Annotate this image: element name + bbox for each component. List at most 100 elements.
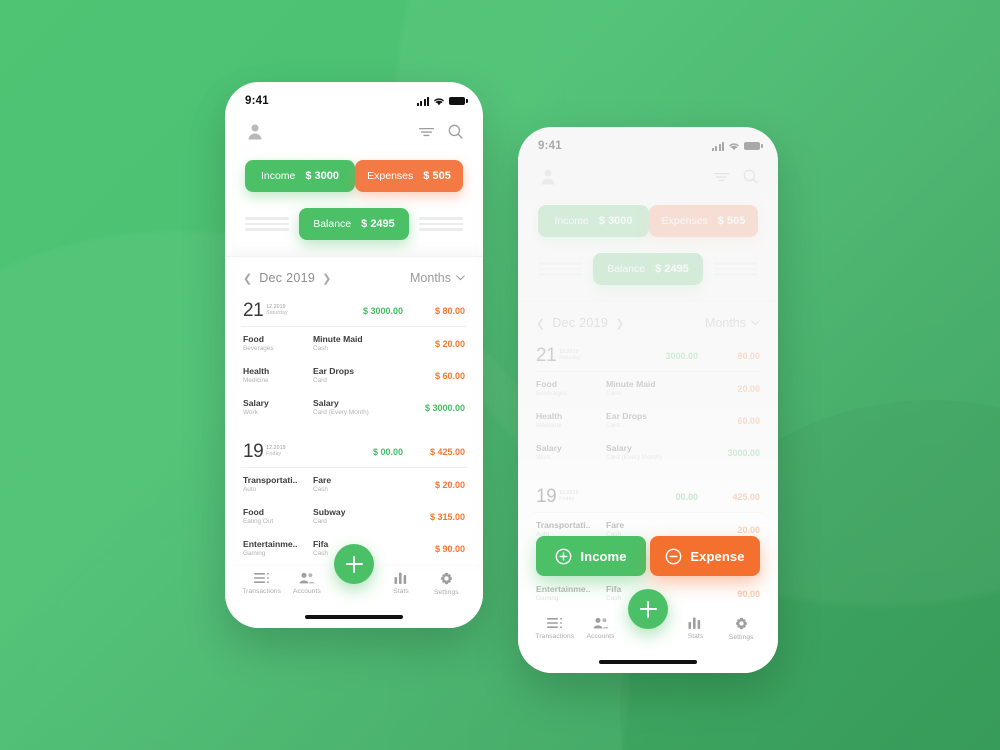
battery-icon — [449, 96, 468, 106]
filter-icon[interactable] — [714, 171, 729, 183]
group-income-total: $ 3000.00 — [362, 305, 403, 316]
chevron-right-icon[interactable]: ❯ — [615, 317, 624, 330]
sidebar-item-stats[interactable]: Stats — [378, 572, 423, 595]
payment-method: Cash — [313, 344, 328, 352]
group-expense-total: $ 425.00 — [429, 446, 465, 457]
person-icon[interactable] — [247, 123, 263, 140]
transaction-group: 21 12.2019 Saturday 3000.00 80.00 Food B… — [534, 340, 762, 468]
row-category: Transportati.. Auto — [243, 475, 313, 494]
expenses-value: $ 505 — [717, 215, 746, 227]
row-amount: $ 90.00 — [434, 543, 465, 554]
range-dropdown[interactable]: Months — [410, 271, 465, 285]
add-expense-button[interactable]: Expense — [650, 536, 760, 576]
row-amount: $ 60.00 — [434, 370, 465, 381]
month-navigator: ❮ Dec 2019 ❯ — [243, 271, 331, 285]
sidebar-item-accounts[interactable]: Accounts — [284, 572, 329, 595]
note-title: Subway — [313, 507, 346, 518]
tab-label: Transactions — [535, 633, 575, 640]
note-title: Salary — [313, 398, 339, 409]
sidebar-item-accounts[interactable]: Accounts — [578, 617, 624, 640]
table-row[interactable]: Food Beverages Minute Maid Cash $ 20.00 — [241, 327, 467, 359]
app-header — [518, 156, 778, 185]
row-amount: $ 315.00 — [429, 511, 465, 522]
person-icon[interactable] — [540, 168, 556, 185]
table-row[interactable]: Salary Work Salary Card (Every Month) 30… — [534, 436, 762, 468]
search-icon[interactable] — [448, 124, 463, 139]
row-category: Food Eating Out — [243, 507, 313, 526]
payment-method: Card (Every Month) — [606, 453, 662, 461]
expenses-summary-pill[interactable]: Expenses $ 505 — [354, 160, 463, 192]
sidebar-item-settings[interactable]: Settings — [424, 572, 469, 596]
table-row[interactable]: Food Beverages Minute Maid Cash 20.00 — [534, 372, 762, 404]
phone-mockup-secondary: 9:41 Income $ 3000 Expenses $ 505 Balanc… — [518, 127, 778, 673]
list-icon — [253, 572, 269, 584]
category-sub: Work — [243, 408, 258, 416]
status-time: 9:41 — [245, 95, 269, 107]
chevron-left-icon[interactable]: ❮ — [536, 317, 545, 330]
chevron-right-icon[interactable]: ❯ — [322, 272, 331, 285]
category-name: Food — [243, 507, 264, 518]
row-amount: 60.00 — [737, 415, 760, 426]
bottom-tab-bar: Transactions Accounts Stats Settings — [518, 589, 778, 673]
table-row[interactable]: Health Medicine Ear Drops Card 60.00 — [534, 404, 762, 436]
expenses-label: Expenses — [661, 215, 708, 227]
plus-icon — [352, 555, 356, 573]
bar-chart-icon — [688, 617, 701, 629]
filter-icon[interactable] — [419, 126, 434, 138]
group-date-header: 21 12.2019 Saturday $ 3000.00 $ 80.00 — [241, 295, 467, 327]
sidebar-item-transactions[interactable]: Transactions — [532, 617, 578, 640]
row-note: Salary Card (Every Month) — [606, 443, 698, 462]
row-amount: $ 20.00 — [434, 338, 465, 349]
sidebar-item-settings[interactable]: Settings — [718, 617, 764, 641]
sidebar-item-stats[interactable]: Stats — [673, 617, 719, 640]
balance-label: Balance — [607, 263, 646, 275]
tab-label: Settings — [434, 589, 459, 596]
payment-method: Card — [313, 517, 327, 525]
group-day: 19 — [243, 441, 264, 463]
table-row[interactable]: Salary Work Salary Card (Every Month) $ … — [241, 391, 467, 423]
group-date-header: 19 12.2019 Friday 00.00 425.00 — [534, 481, 762, 514]
row-amount: $ 3000.00 — [424, 402, 465, 413]
category-sub: Beverages — [243, 344, 274, 352]
group-income-total: 00.00 — [675, 491, 698, 502]
decorative-lines-right — [713, 262, 759, 276]
range-dropdown[interactable]: Months — [705, 316, 760, 330]
table-row[interactable]: Health Medicine Ear Drops Card $ 60.00 — [241, 359, 467, 391]
note-title: Ear Drops — [606, 411, 648, 422]
balance-summary-pill[interactable]: Balance $ 2495 — [592, 253, 704, 285]
expenses-summary-pill[interactable]: Expenses $ 505 — [649, 205, 758, 237]
balance-summary-pill[interactable]: Balance $ 2495 — [299, 208, 409, 240]
table-row[interactable]: Food Eating Out Subway Card $ 315.00 — [241, 500, 467, 532]
category-name: Transportati.. — [243, 475, 298, 486]
plus-circle-icon — [556, 548, 572, 564]
sidebar-item-transactions[interactable]: Transactions — [239, 572, 284, 595]
group-expense-total: 425.00 — [732, 491, 760, 502]
people-icon — [299, 572, 316, 584]
list-icon — [546, 617, 562, 629]
add-transaction-fab[interactable] — [334, 544, 374, 584]
add-income-button[interactable]: Income — [536, 536, 646, 576]
note-title: Fare — [313, 475, 332, 486]
row-note: Minute Maid Cash — [606, 379, 698, 398]
note-title: Minute Maid — [313, 334, 363, 344]
balance-row: Balance $ 2495 — [518, 237, 778, 285]
group-date-detail: 12.2019 Saturday — [266, 304, 288, 316]
balance-value: $ 2495 — [361, 218, 395, 230]
row-note: Ear Drops Card — [313, 366, 405, 385]
category-sub: Medicine — [536, 421, 562, 429]
summary-pill-row: Income $ 3000 Expenses $ 505 — [518, 185, 778, 237]
balance-label: Balance — [313, 218, 352, 230]
table-row[interactable]: Transportati.. Auto Fare Cash $ 20.00 — [241, 468, 467, 500]
search-icon[interactable] — [743, 169, 758, 184]
decorative-lines-left — [538, 262, 583, 276]
row-amount: 20.00 — [737, 383, 760, 394]
category-sub: Auto — [243, 485, 257, 493]
add-expense-label: Expense — [690, 548, 745, 564]
income-summary-pill[interactable]: Income $ 3000 — [245, 160, 355, 192]
row-note: Fare Cash — [313, 475, 405, 494]
chevron-left-icon[interactable]: ❮ — [243, 272, 252, 285]
income-summary-pill[interactable]: Income $ 3000 — [538, 205, 649, 237]
note-title: Minute Maid — [606, 379, 656, 389]
chevron-down-icon — [751, 320, 760, 326]
add-transaction-fab[interactable] — [628, 589, 668, 629]
